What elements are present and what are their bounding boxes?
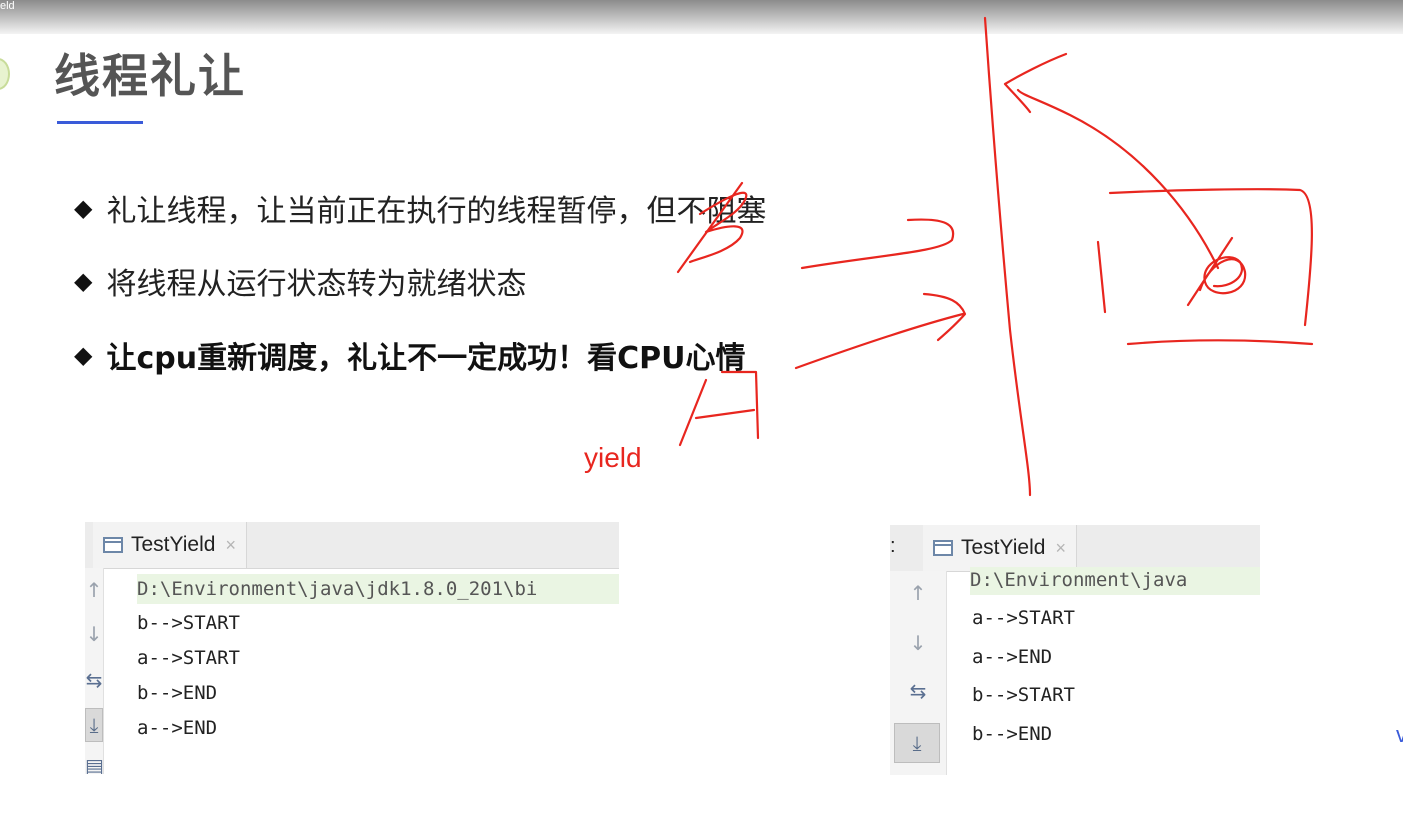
edge-cropped-text: v: [1396, 722, 1403, 747]
console-output-line: a-->END: [137, 717, 218, 739]
console-output-line: b-->START: [137, 612, 240, 634]
bullet-text: 礼让线程，让当前正在执行的线程暂停，但不阻塞: [106, 194, 767, 229]
annotation-arrow-2-head: [922, 292, 967, 342]
console-command-line: D:\Environment\java\jdk1.8.0_201\bi: [137, 574, 619, 604]
close-icon[interactable]: ×: [225, 535, 236, 556]
console-output-line: a-->START: [137, 647, 240, 669]
console-tab-icon: [103, 537, 123, 553]
annotation-box: [1096, 188, 1314, 346]
print-icon[interactable]: ▤: [85, 754, 104, 774]
bullet-text: 将线程从运行状态转为就绪状态: [106, 267, 527, 302]
window-title: eld: [0, 0, 15, 12]
slide-decoration-circle: [0, 58, 10, 90]
console-toolbar: ↑ ↓ ⇆ ⤓: [890, 571, 947, 775]
console-command-line: D:\Environment\java: [970, 567, 1260, 595]
console-output-line: a-->END: [972, 646, 1053, 668]
bullet-point-1: ◆ 礼让线程，让当前正在执行的线程暂停，但不阻塞: [74, 186, 766, 230]
annotation-arrow-2: [794, 312, 965, 370]
console-tab-icon: [933, 540, 953, 556]
console-output-line: b-->END: [137, 682, 218, 704]
bullet-point-2: ◆ 将线程从运行状态转为就绪状态: [74, 259, 526, 303]
tab-testyield[interactable]: TestYield ×: [93, 522, 247, 568]
tab-label: TestYield: [131, 533, 216, 556]
scroll-to-end-icon[interactable]: ⤓: [894, 723, 940, 763]
annotation-scribble: [1186, 236, 1247, 307]
console-panel-left: TestYield × ↑ ↓ ⇆ ⤓ ▤ D:\Environment\jav…: [85, 522, 619, 774]
soft-wrap-icon[interactable]: ⇆: [890, 679, 946, 703]
close-icon[interactable]: ×: [1055, 538, 1066, 559]
diamond-bullet-icon: ◆: [74, 194, 93, 222]
panel-prefix-text: :: [890, 535, 896, 557]
arrow-down-icon[interactable]: ↓: [85, 622, 103, 646]
annotation-curved-arrow-head: [1003, 52, 1068, 114]
slide-title: 线程礼让: [54, 49, 246, 103]
tab-label: TestYield: [961, 536, 1046, 559]
yield-annotation-label: yield: [584, 442, 642, 473]
scroll-to-end-icon[interactable]: ⤓: [85, 708, 103, 742]
tab-testyield[interactable]: TestYield ×: [923, 525, 1077, 571]
console-output-line: a-->START: [972, 607, 1075, 629]
arrow-up-icon[interactable]: ↑: [85, 578, 103, 602]
console-tab-bar: TestYield ×: [85, 522, 619, 569]
console-panel-right: : TestYield × ↑ ↓ ⇆ ⤓ D:\Environment\jav…: [890, 525, 1260, 775]
annotation-letter-a: [678, 370, 760, 447]
console-toolbar: ↑ ↓ ⇆ ⤓ ▤: [85, 568, 104, 774]
diamond-bullet-icon: ◆: [74, 267, 93, 295]
window-title-bar: eld: [0, 0, 1403, 34]
soft-wrap-icon[interactable]: ⇆: [85, 668, 103, 692]
console-output-line: b-->START: [972, 684, 1075, 706]
annotation-vertical-line: [983, 16, 1032, 497]
title-underline: [57, 121, 143, 124]
annotation-arrow-1: [800, 218, 955, 270]
console-output-line: b-->END: [972, 723, 1053, 745]
annotation-curved-arrow: [1016, 88, 1220, 270]
diamond-bullet-icon: ◆: [74, 341, 93, 369]
bullet-text: 让cpu重新调度，礼让不一定成功！看CPU心情: [106, 341, 746, 376]
arrow-up-icon[interactable]: ↑: [890, 581, 946, 605]
bullet-point-3: ◆ 让cpu重新调度，礼让不一定成功！看CPU心情: [74, 333, 745, 377]
console-tab-bar: : TestYield ×: [890, 525, 1260, 572]
arrow-down-icon[interactable]: ↓: [890, 631, 946, 655]
